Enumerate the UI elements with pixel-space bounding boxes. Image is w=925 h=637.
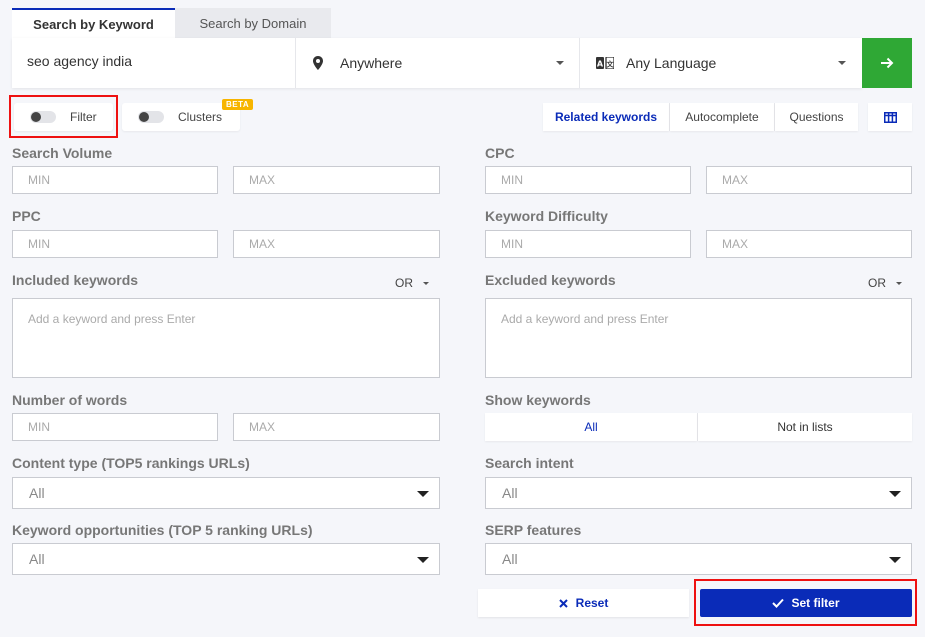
ppc-label: PPC (12, 208, 41, 224)
excluded-keywords-input[interactable]: Add a keyword and press Enter (485, 298, 912, 378)
location-select[interactable]: Anywhere (312, 38, 576, 88)
show-keywords-label: Show keywords (485, 392, 591, 408)
or-label: OR (868, 276, 886, 290)
tab-autocomplete[interactable]: Autocomplete (670, 103, 774, 131)
included-keywords-input[interactable]: Add a keyword and press Enter (12, 298, 440, 378)
location-value: Anywhere (340, 55, 403, 71)
keyword-opportunities-select[interactable]: All (12, 543, 440, 575)
chevron-down-icon (838, 61, 846, 65)
reset-label: Reset (575, 596, 609, 610)
caret-down-icon (889, 491, 901, 497)
svg-text:文: 文 (607, 60, 615, 69)
keyword-input[interactable] (27, 53, 277, 69)
filter-toggle[interactable]: Filter (14, 103, 113, 131)
divider (579, 38, 580, 88)
cpc-max-input[interactable]: MAX (706, 166, 912, 194)
columns-icon (883, 111, 897, 123)
close-icon (558, 598, 568, 608)
content-type-label: Content type (TOP5 rankings URLs) (12, 455, 250, 471)
translate-icon: A 文 (596, 57, 614, 69)
cpc-min-input[interactable]: MIN (485, 166, 691, 194)
beta-badge: BETA (222, 99, 254, 110)
keyword-difficulty-min-input[interactable]: MIN (485, 230, 691, 258)
chevron-down-icon (556, 61, 564, 65)
included-keywords-label: Included keywords (12, 272, 139, 288)
columns-button[interactable] (868, 103, 912, 131)
number-of-words-min-input[interactable]: MIN (12, 413, 218, 441)
tab-related-keywords[interactable]: Related keywords (543, 103, 669, 131)
serp-features-label: SERP features (485, 522, 582, 538)
divider (295, 38, 296, 88)
show-keywords-not-in-lists[interactable]: Not in lists (698, 413, 912, 441)
content-type-select[interactable]: All (12, 477, 440, 509)
search-intent-value: All (502, 485, 518, 501)
search-intent-select[interactable]: All (485, 477, 912, 509)
toggle-switch[interactable] (30, 111, 56, 123)
arrow-right-icon (881, 57, 894, 69)
keyword-difficulty-max-input[interactable]: MAX (706, 230, 912, 258)
svg-text:A: A (597, 60, 604, 69)
search-volume-min-input[interactable]: MIN (12, 166, 218, 194)
set-filter-button[interactable]: Set filter (700, 589, 912, 617)
serp-features-select[interactable]: All (485, 543, 912, 575)
number-of-words-label: Number of words (12, 392, 128, 408)
caret-down-icon (417, 557, 429, 563)
keyword-opportunities-label: Keyword opportunities (TOP 5 ranking URL… (12, 522, 313, 538)
reset-button[interactable]: Reset (478, 589, 689, 617)
set-filter-label: Set filter (791, 596, 840, 610)
cpc-label: CPC (485, 145, 515, 161)
excluded-keywords-label: Excluded keywords (485, 272, 616, 288)
search-volume-label: Search Volume (12, 145, 113, 161)
search-volume-max-input[interactable]: MAX (233, 166, 440, 194)
ppc-min-input[interactable]: MIN (12, 230, 218, 258)
toggle-switch[interactable] (138, 111, 164, 123)
tab-search-by-keyword[interactable]: Search by Keyword (12, 8, 175, 38)
filter-label: Filter (70, 110, 97, 124)
content-type-value: All (29, 485, 45, 501)
language-value: Any Language (626, 55, 717, 71)
chevron-down-icon (423, 281, 429, 285)
show-keywords-all[interactable]: All (485, 413, 697, 441)
search-go-button[interactable] (862, 38, 912, 88)
chevron-down-icon (896, 281, 902, 285)
search-intent-label: Search intent (485, 455, 574, 471)
keyword-opportunities-value: All (29, 551, 45, 567)
keyword-difficulty-label: Keyword Difficulty (485, 208, 608, 224)
location-pin-icon (313, 56, 323, 70)
caret-down-icon (889, 557, 901, 563)
language-select[interactable]: A 文 Any Language (596, 38, 858, 88)
serp-features-value: All (502, 551, 518, 567)
excluded-or-select[interactable]: OR (868, 276, 902, 290)
search-bar: Anywhere A 文 Any Language (12, 38, 862, 88)
tab-questions[interactable]: Questions (775, 103, 858, 131)
tab-search-by-domain[interactable]: Search by Domain (175, 8, 331, 38)
check-icon (772, 598, 785, 608)
caret-down-icon (417, 491, 429, 497)
clusters-label: Clusters (178, 110, 223, 124)
included-or-select[interactable]: OR (395, 276, 429, 290)
number-of-words-max-input[interactable]: MAX (233, 413, 440, 441)
or-label: OR (395, 276, 413, 290)
ppc-max-input[interactable]: MAX (233, 230, 440, 258)
